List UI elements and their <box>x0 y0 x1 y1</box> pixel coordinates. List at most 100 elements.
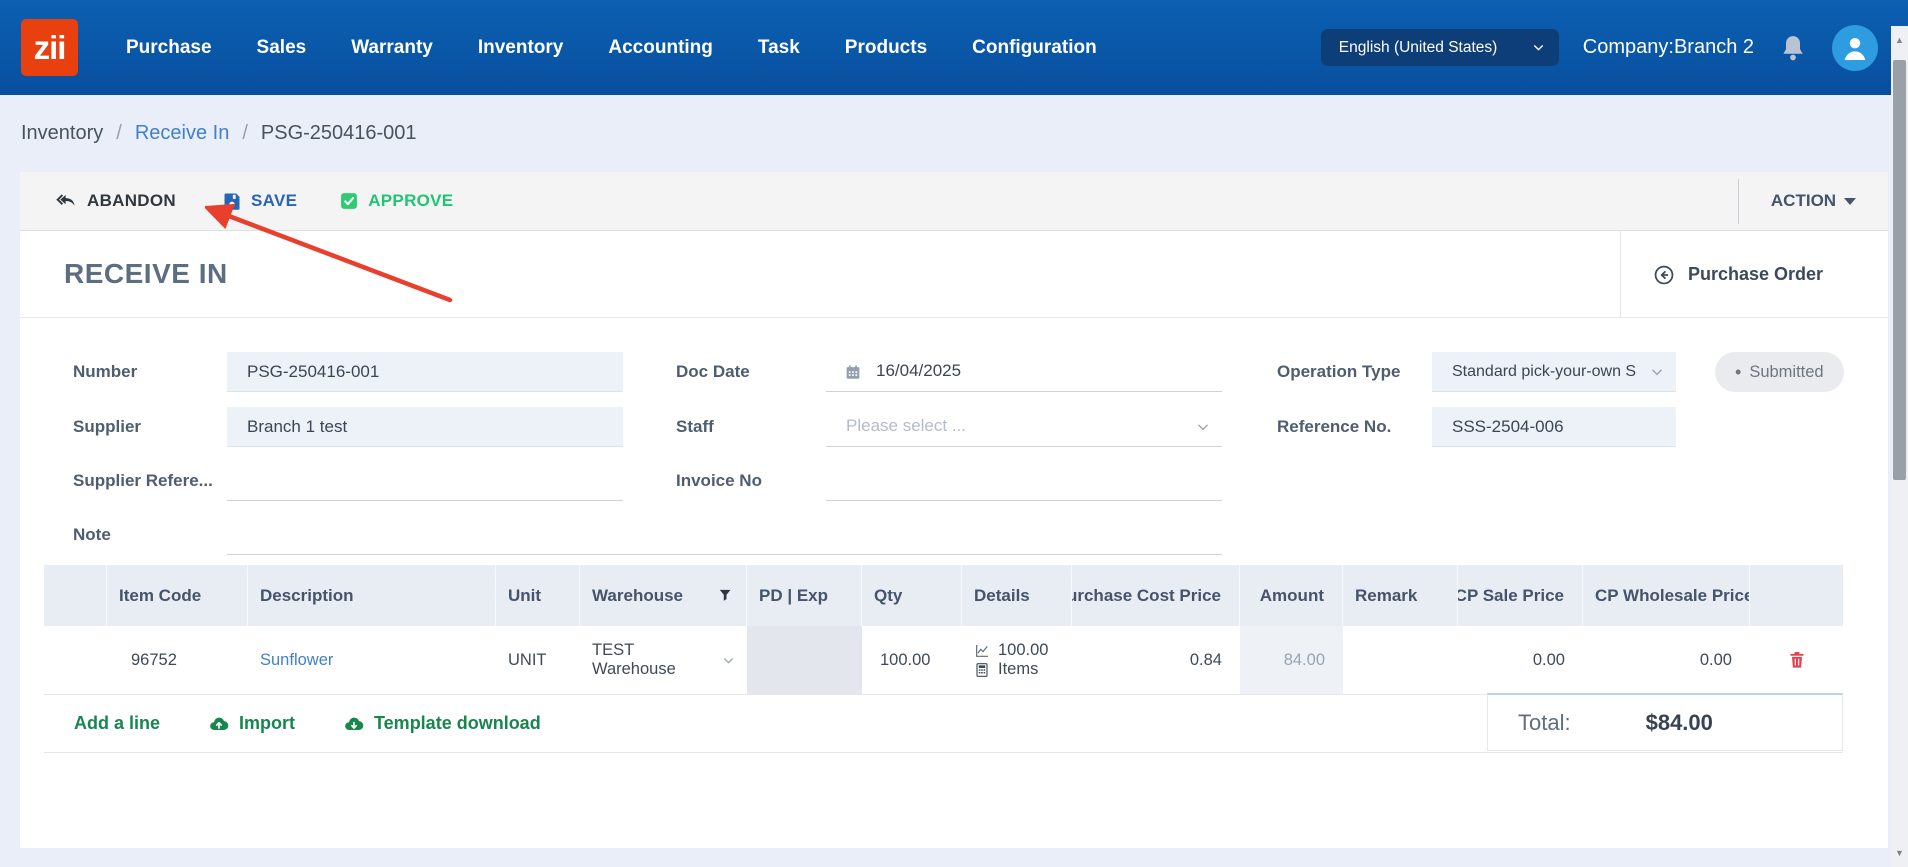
chevron-down-icon <box>1532 41 1545 54</box>
table-row: 96752 Sunflower UNIT TEST Warehouse 100.… <box>44 626 1843 695</box>
company-label: Company:Branch 2 <box>1583 36 1754 59</box>
operation-type-label: Operation Type <box>1277 362 1400 382</box>
row-select-cell <box>44 626 107 694</box>
number-label: Number <box>73 362 137 382</box>
cp-sale-price-cell[interactable]: 0.00 <box>1458 626 1583 694</box>
col-warehouse-label: Warehouse <box>592 586 683 606</box>
invoice-no-label: Invoice No <box>676 471 762 491</box>
description-link[interactable]: Sunflower <box>248 626 496 694</box>
details-cell: 100.00 Items <box>962 626 1072 694</box>
col-pd-exp: PD | Exp <box>747 565 862 626</box>
col-actions <box>1750 565 1843 626</box>
nav-configuration[interactable]: Configuration <box>972 37 1097 59</box>
purchase-cost-price-cell[interactable]: 0.84 <box>1072 626 1240 694</box>
details-value: 100.00 Items <box>998 641 1060 679</box>
user-avatar[interactable] <box>1832 25 1878 71</box>
warehouse-select[interactable]: TEST Warehouse <box>580 626 747 694</box>
nav-warranty[interactable]: Warranty <box>351 37 433 59</box>
check-square-icon <box>339 191 359 211</box>
item-code-cell: 96752 <box>107 626 248 694</box>
scroll-up-arrow-icon[interactable]: ▲ <box>1891 30 1908 50</box>
cp-wholesale-price-cell[interactable]: 0.00 <box>1583 626 1750 694</box>
floppy-disk-icon <box>222 191 242 211</box>
action-dropdown-button[interactable]: ACTION <box>1771 191 1856 211</box>
delete-row-button[interactable] <box>1750 626 1843 694</box>
total-box: Total: $84.00 <box>1487 693 1843 751</box>
warehouse-value: TEST Warehouse <box>592 641 722 679</box>
staff-placeholder: Please select ... <box>846 416 966 435</box>
invoice-no-field[interactable] <box>826 461 1222 501</box>
qty-cell[interactable]: 100.00 <box>862 626 962 694</box>
abandon-button[interactable]: ABANDON <box>56 190 176 212</box>
nav-accounting[interactable]: Accounting <box>608 37 713 59</box>
operation-type-value: Standard pick-your-own S <box>1452 363 1636 380</box>
header-divider <box>1620 231 1621 318</box>
col-cp-wholesale-price: CP Wholesale Price <box>1583 565 1750 626</box>
col-purchase-cost-price: Purchase Cost Price <box>1072 565 1240 626</box>
action-toolbar: ABANDON SAVE APPROVE ACTION <box>20 172 1888 231</box>
import-label: Import <box>239 713 295 734</box>
status-badge: Submitted <box>1715 352 1844 392</box>
line-chart-icon[interactable] <box>974 643 990 659</box>
scrollbar-thumb[interactable] <box>1893 60 1906 480</box>
nav-task[interactable]: Task <box>758 37 800 59</box>
approve-button[interactable]: APPROVE <box>339 191 453 211</box>
staff-select[interactable]: Please select ... <box>826 407 1222 447</box>
total-value: $84.00 <box>1646 710 1713 736</box>
approve-label: APPROVE <box>368 191 453 211</box>
nav-sales[interactable]: Sales <box>257 37 307 59</box>
table-header-row: Item Code Description Unit Warehouse PD … <box>44 565 1843 626</box>
chevron-down-icon <box>1196 420 1210 434</box>
receive-in-document-card: RECEIVE IN Purchase Order Number Supplie… <box>20 231 1888 848</box>
status-badge-label: Submitted <box>1749 363 1823 382</box>
supplier-field[interactable]: Branch 1 test <box>227 407 623 447</box>
nav-products[interactable]: Products <box>845 37 927 59</box>
nav-inventory[interactable]: Inventory <box>478 37 564 59</box>
template-download-button[interactable]: Template download <box>343 713 541 735</box>
language-selector[interactable]: English (United States) <box>1321 29 1559 66</box>
page-title: RECEIVE IN <box>64 258 228 290</box>
operation-type-select[interactable]: Standard pick-your-own S <box>1432 352 1676 392</box>
col-unit: Unit <box>496 565 580 626</box>
doc-date-label: Doc Date <box>676 362 750 382</box>
breadcrumb-separator: / <box>242 122 248 145</box>
staff-label: Staff <box>676 417 714 437</box>
save-button[interactable]: SAVE <box>222 191 297 211</box>
breadcrumb-document-number: PSG-250416-001 <box>261 122 417 145</box>
filter-icon[interactable] <box>717 587 734 604</box>
note-label: Note <box>73 525 111 545</box>
breadcrumb-separator: / <box>116 122 122 145</box>
person-icon <box>1838 31 1872 65</box>
circle-arrow-left-icon <box>1653 264 1675 286</box>
col-cp-sale-price: CP Sale Price <box>1458 565 1583 626</box>
breadcrumb-receive-in[interactable]: Receive In <box>135 122 230 145</box>
amount-cell: 84.00 <box>1240 626 1343 694</box>
number-field[interactable]: PSG-250416-001 <box>227 352 623 392</box>
nav-purchase[interactable]: Purchase <box>126 37 212 59</box>
col-amount: Amount <box>1240 565 1343 626</box>
abandon-label: ABANDON <box>87 191 176 211</box>
calendar-icon <box>844 363 862 381</box>
doc-date-value: 16/04/2025 <box>876 361 961 380</box>
import-button[interactable]: Import <box>208 713 295 735</box>
reply-arrow-icon <box>56 190 78 212</box>
doc-date-field[interactable]: 16/04/2025 <box>826 352 1222 392</box>
cloud-upload-icon <box>208 713 230 735</box>
supplier-reference-field[interactable] <box>227 461 623 501</box>
col-remark: Remark <box>1343 565 1458 626</box>
app-logo[interactable]: zii <box>21 19 78 76</box>
notification-bell-icon[interactable] <box>1778 32 1808 64</box>
breadcrumb-inventory[interactable]: Inventory <box>21 122 103 145</box>
col-select <box>44 565 107 626</box>
chevron-down-icon <box>1650 365 1664 379</box>
vertical-scrollbar[interactable]: ▲ ▼ <box>1891 26 1908 867</box>
remark-cell[interactable] <box>1343 626 1458 694</box>
calculator-icon[interactable] <box>974 662 990 678</box>
action-label: ACTION <box>1771 191 1836 211</box>
note-field[interactable] <box>227 515 1222 555</box>
trash-icon <box>1787 650 1807 670</box>
reference-no-field[interactable]: SSS-2504-006 <box>1432 407 1676 447</box>
scroll-down-arrow-icon[interactable]: ▼ <box>1891 843 1908 863</box>
add-a-line-button[interactable]: Add a line <box>74 713 160 734</box>
purchase-order-link[interactable]: Purchase Order <box>1653 231 1823 318</box>
